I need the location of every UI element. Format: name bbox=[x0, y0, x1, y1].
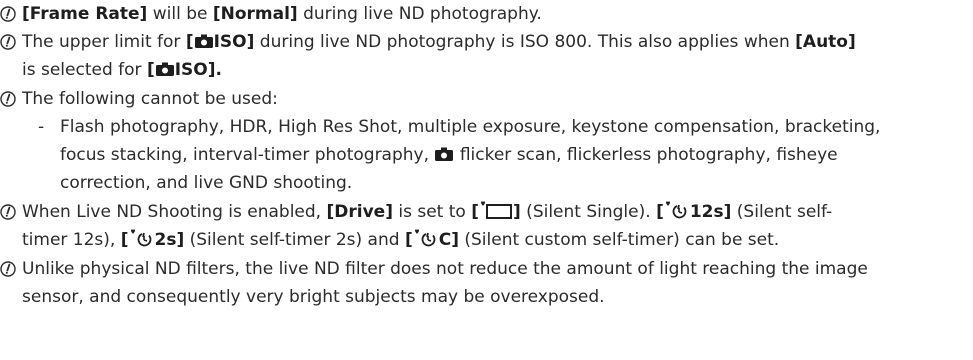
note-text: is selected for bbox=[22, 60, 147, 80]
document-body: [Frame Rate] will be [Normal] during liv… bbox=[0, 0, 973, 360]
note-text: When Live ND Shooting is enabled, bbox=[22, 202, 327, 222]
camera-icon bbox=[155, 62, 174, 76]
restriction-text: flicker scan, flickerless photography, f… bbox=[454, 145, 838, 165]
camera-icon bbox=[435, 147, 454, 161]
restriction-text: focus stacking, interval-timer photograp… bbox=[60, 145, 435, 165]
note-text: will be bbox=[147, 4, 213, 24]
note-text: (Silent self- bbox=[731, 202, 833, 222]
note-text: (Silent custom self-timer) can be set. bbox=[458, 230, 780, 250]
normal-label: [Normal] bbox=[212, 4, 298, 24]
note-nd-filter: Unlike physical ND filters, the live ND … bbox=[0, 255, 966, 283]
note-text: timer 12s), bbox=[22, 230, 121, 250]
silent-timer-2s-label: [2s] bbox=[120, 229, 185, 250]
restriction-list-continuation: correction, and live GND shooting. bbox=[60, 169, 973, 197]
note-iso-limit-line2: is selected for [ISO]. bbox=[0, 56, 966, 84]
note-drive-mode: When Live ND Shooting is enabled, [Drive… bbox=[0, 198, 966, 226]
restriction-text: correction, and live GND shooting. bbox=[60, 173, 353, 193]
iso-label: [ISO] bbox=[185, 32, 255, 52]
note-nd-filter-line2: sensor, and consequently very bright sub… bbox=[0, 283, 966, 311]
silent-single-label: [] bbox=[471, 201, 521, 222]
note-iso-limit: The upper limit for [ISO] during live ND… bbox=[0, 28, 966, 56]
note-text: The upper limit for bbox=[22, 32, 186, 52]
silent-self-timer-icon bbox=[665, 201, 687, 219]
iso-label: [ISO] bbox=[146, 60, 216, 80]
silent-self-timer-icon bbox=[414, 229, 436, 247]
silent-timer-custom-label: [C] bbox=[404, 229, 459, 250]
caution-icon bbox=[0, 91, 16, 107]
note-text: sensor, and consequently very bright sub… bbox=[22, 287, 605, 307]
silent-single-frame-icon bbox=[481, 201, 512, 219]
note-text: during live ND photography is ISO 800. T… bbox=[254, 32, 796, 52]
list-dash: - bbox=[38, 117, 45, 137]
period: . bbox=[215, 60, 222, 80]
restriction-list-continuation: focus stacking, interval-timer photograp… bbox=[60, 141, 973, 169]
note-drive-mode-line2: timer 12s), [2s] (Silent self-timer 2s) … bbox=[0, 226, 966, 254]
note-text: is set to bbox=[392, 202, 472, 222]
silent-self-timer-icon bbox=[130, 229, 151, 247]
camera-icon bbox=[194, 34, 213, 48]
caution-icon bbox=[0, 6, 16, 22]
frame-rate-label: [Frame Rate] bbox=[22, 4, 148, 24]
note-text: (Silent Single). bbox=[520, 202, 657, 222]
auto-label: [Auto] bbox=[795, 32, 856, 52]
note-frame-rate: [Frame Rate] will be [Normal] during liv… bbox=[0, 0, 966, 28]
note-text: Unlike physical ND filters, the live ND … bbox=[22, 259, 868, 279]
note-text: The following cannot be used: bbox=[22, 89, 278, 109]
caution-icon bbox=[0, 261, 16, 277]
caution-icon bbox=[0, 204, 16, 220]
restriction-text: Flash photography, HDR, High Res Shot, m… bbox=[60, 117, 881, 137]
note-text: (Silent self-timer 2s) and bbox=[184, 230, 405, 250]
restriction-list-item: - Flash photography, HDR, High Res Shot, … bbox=[38, 113, 966, 141]
silent-timer-12s-label: [12s] bbox=[656, 201, 732, 222]
caution-icon bbox=[0, 34, 16, 50]
note-cannot-be-used: The following cannot be used: bbox=[0, 85, 966, 113]
drive-label: [Drive] bbox=[326, 202, 393, 222]
note-text: during live ND photography. bbox=[297, 4, 542, 24]
